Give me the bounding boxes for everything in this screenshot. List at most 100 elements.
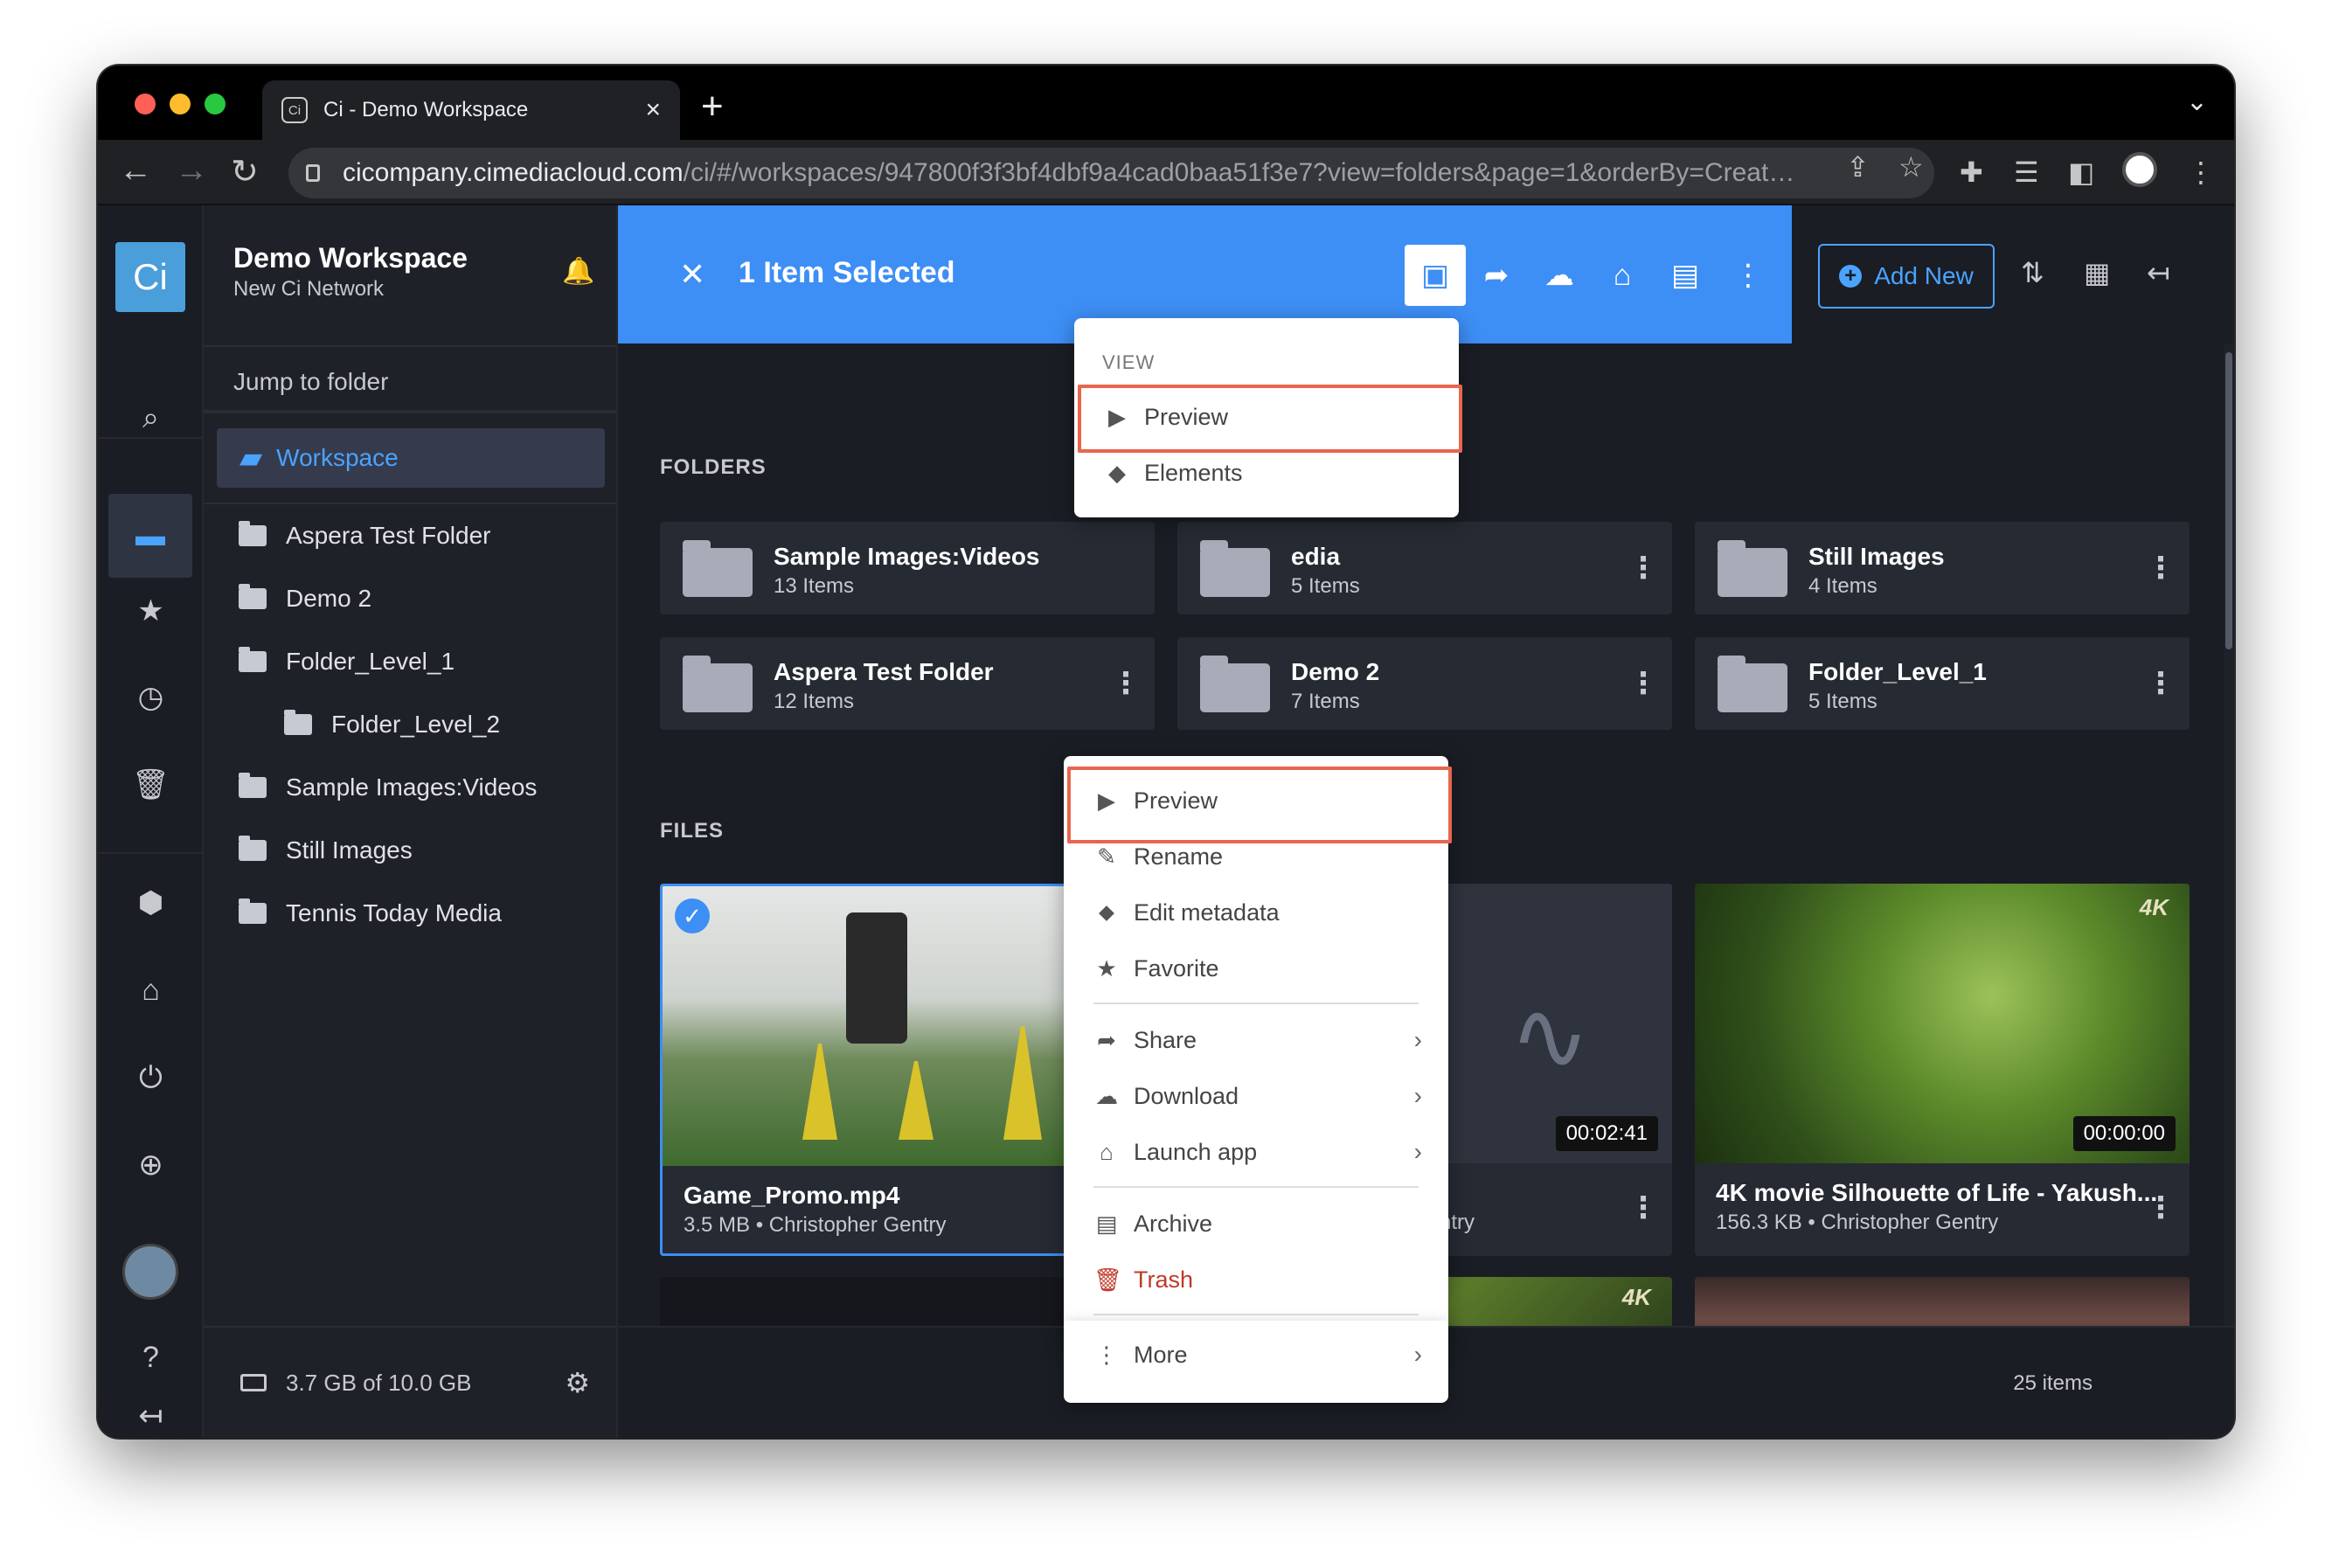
menu-item-rename[interactable]: ✎ Rename bbox=[1064, 829, 1448, 884]
reading-list-icon[interactable]: ☰ bbox=[2014, 156, 2039, 189]
clear-selection-button[interactable]: ✕ bbox=[679, 256, 705, 293]
folder-open-icon bbox=[239, 647, 267, 672]
file-name: Game_Promo.mp4 bbox=[684, 1182, 900, 1209]
4k-badge: 4K bbox=[2139, 894, 2169, 920]
selected-check-icon[interactable]: ✓ bbox=[675, 898, 710, 933]
tab-search-chevron-icon[interactable]: ⌄ bbox=[2186, 87, 2208, 117]
scrollbar[interactable] bbox=[2224, 343, 2234, 1326]
ci-logo[interactable]: Ci bbox=[115, 242, 185, 312]
packages-cube-icon[interactable]: ⬢ bbox=[98, 877, 204, 929]
recent-clock-icon[interactable]: ◷ bbox=[98, 671, 204, 724]
folder-menu-kebab-icon[interactable]: ⋮ bbox=[2146, 669, 2176, 698]
toolbar-right: + Add New ⇅ ▦ ↤ bbox=[1792, 205, 2234, 343]
chevron-right-icon: › bbox=[1413, 1138, 1422, 1165]
sidebar-folder-item[interactable]: Folder_Level_1 bbox=[239, 640, 455, 683]
sidebar-folder-item[interactable]: Folder_Level_2 bbox=[284, 703, 500, 746]
download-cloud-icon: ☁ bbox=[1095, 1082, 1118, 1109]
folder-card[interactable]: Folder_Level_1 5 Items ⋮ bbox=[1695, 637, 2190, 730]
locate-target-icon[interactable]: ⊕ bbox=[98, 1139, 204, 1191]
workspace-title[interactable]: Demo Workspace bbox=[233, 242, 468, 274]
folder-card[interactable]: Demo 27 Items ⋮ bbox=[1177, 637, 1672, 730]
sidebar-folder-item[interactable]: Sample Images:Videos bbox=[239, 766, 537, 809]
forward-icon[interactable]: → bbox=[175, 152, 208, 190]
back-icon[interactable]: ← bbox=[119, 152, 152, 190]
browser-menu-icon[interactable]: ⋮ bbox=[2187, 156, 2215, 189]
highlight-box bbox=[1078, 385, 1462, 453]
folder-card[interactable]: Sample Images:Videos 13 Items bbox=[660, 522, 1155, 614]
sidebar: Demo Workspace New Ci Network 🔔 Jump to … bbox=[204, 205, 618, 1438]
share-page-icon[interactable]: ⇪ bbox=[1846, 150, 1870, 184]
sidebar-folder-item[interactable]: Tennis Today Media bbox=[239, 892, 502, 935]
jump-to-folder-input[interactable]: Jump to folder bbox=[204, 345, 616, 412]
reload-icon[interactable]: ↻ bbox=[231, 152, 259, 191]
launch-app-icon[interactable]: ⌂ bbox=[1592, 245, 1653, 306]
bookmark-star-icon[interactable]: ☆ bbox=[1898, 150, 1924, 184]
folder-menu-kebab-icon[interactable]: ⋮ bbox=[2146, 553, 2176, 583]
download-cloud-icon[interactable]: ☁ bbox=[1529, 245, 1590, 306]
tab-bar: Ci Ci - Demo Workspace × + ⌄ bbox=[98, 66, 2234, 140]
folder-icon bbox=[239, 898, 267, 924]
menu-item-edit-metadata[interactable]: ⬥ Edit metadata bbox=[1064, 885, 1448, 940]
selection-count: 1 Item Selected bbox=[739, 256, 955, 289]
collapse-sidebar-icon[interactable]: ↤ bbox=[98, 1390, 204, 1438]
user-avatar[interactable] bbox=[122, 1244, 178, 1300]
folder-card[interactable]: Aspera Test Folder 12 Items ⋮ bbox=[660, 637, 1155, 730]
file-card[interactable]: 4K 00:00:00 4K movie Silhouette of Life … bbox=[1695, 884, 2190, 1256]
folder-card[interactable]: edia 5 Items ⋮ bbox=[1177, 522, 1672, 614]
file-menu-kebab-icon[interactable]: ⋮ bbox=[1628, 1193, 1658, 1223]
close-window-button[interactable] bbox=[135, 94, 156, 114]
downloads-icon[interactable]: ⏻ bbox=[98, 1051, 204, 1104]
pencil-icon: ✎ bbox=[1097, 843, 1116, 870]
folder-menu-kebab-icon[interactable]: ⋮ bbox=[1111, 669, 1141, 698]
extensions-icon[interactable]: ✚ bbox=[1960, 156, 1983, 189]
scrollbar-thumb[interactable] bbox=[2225, 352, 2232, 649]
file-card[interactable] bbox=[1695, 1277, 2190, 1326]
more-kebab-icon[interactable]: ⋮ bbox=[1718, 245, 1779, 306]
star-icon: ★ bbox=[1096, 954, 1117, 982]
search-icon[interactable]: ⌕ bbox=[98, 392, 204, 444]
settings-gear-icon[interactable]: ⚙ bbox=[565, 1366, 590, 1399]
browser-tab[interactable]: Ci Ci - Demo Workspace × bbox=[262, 80, 680, 140]
menu-item-favorite[interactable]: ★ Favorite bbox=[1064, 941, 1448, 996]
folders-icon[interactable]: ▬ bbox=[108, 494, 192, 578]
grid-view-icon[interactable]: ▦ bbox=[2084, 256, 2110, 289]
minimize-window-button[interactable] bbox=[170, 94, 191, 114]
folder-card[interactable]: Still Images 4 Items ⋮ bbox=[1695, 522, 2190, 614]
sidebar-item-workspace[interactable]: ▰ Workspace bbox=[217, 428, 605, 488]
sidebar-folder-item[interactable]: Aspera Test Folder bbox=[239, 514, 491, 558]
file-menu-kebab-icon[interactable]: ⋮ bbox=[2146, 1193, 2176, 1223]
view-menu-elements[interactable]: ◆ Elements bbox=[1074, 446, 1459, 500]
file-context-menu: ▶ Preview ✎ Rename ⬥ Edit metadata ★ Favorit… bbox=[1064, 756, 1452, 1342]
4k-badge: 4K bbox=[1621, 1284, 1651, 1310]
sidebar-folder-item[interactable]: Still Images bbox=[239, 829, 413, 872]
close-tab-icon[interactable]: × bbox=[645, 95, 661, 125]
share-icon[interactable]: ➦ bbox=[1466, 245, 1527, 306]
notifications-bell-icon[interactable]: 🔔 bbox=[562, 256, 594, 287]
add-new-button[interactable]: + Add New bbox=[1818, 244, 1995, 309]
trash-icon[interactable]: 🗑 bbox=[98, 759, 204, 811]
folder-icon bbox=[239, 521, 267, 546]
url-field[interactable]: cicompany.cimediacloud.com/ci/#/workspac… bbox=[288, 148, 1934, 198]
menu-item-more[interactable]: ⋮ More › bbox=[1064, 1328, 1448, 1382]
new-tab-button[interactable]: + bbox=[701, 85, 724, 128]
sidebar-folder-item[interactable]: Demo 2 bbox=[239, 577, 371, 621]
folders-heading: FOLDERS bbox=[660, 455, 767, 479]
side-panel-icon[interactable]: ◧ bbox=[2068, 156, 2094, 189]
menu-item-download[interactable]: ☁ Download › bbox=[1064, 1069, 1448, 1123]
favorites-star-icon[interactable]: ★ bbox=[98, 585, 204, 637]
menu-item-launch-app[interactable]: ⌂ Launch app › bbox=[1064, 1125, 1448, 1179]
view-image-icon[interactable]: ▣ bbox=[1405, 245, 1466, 306]
menu-item-trash[interactable]: 🗑 Trash bbox=[1064, 1252, 1448, 1307]
launch-app-icon[interactable]: ⌂ bbox=[98, 964, 204, 1016]
collapse-panel-icon[interactable]: ↤ bbox=[2147, 256, 2170, 289]
archive-icon[interactable]: ▤ bbox=[1655, 245, 1716, 306]
sort-icon[interactable]: ⇅ bbox=[2021, 256, 2044, 289]
menu-item-share[interactable]: ➦ Share › bbox=[1064, 1013, 1448, 1067]
zoom-window-button[interactable] bbox=[205, 94, 226, 114]
folder-menu-kebab-icon[interactable]: ⋮ bbox=[1628, 553, 1658, 583]
tab-title: Ci - Demo Workspace bbox=[323, 98, 529, 121]
folder-menu-kebab-icon[interactable]: ⋮ bbox=[1628, 669, 1658, 698]
menu-item-archive[interactable]: ▤ Archive bbox=[1064, 1197, 1448, 1251]
profile-avatar[interactable] bbox=[2122, 152, 2157, 187]
help-icon[interactable]: ? bbox=[98, 1331, 204, 1384]
